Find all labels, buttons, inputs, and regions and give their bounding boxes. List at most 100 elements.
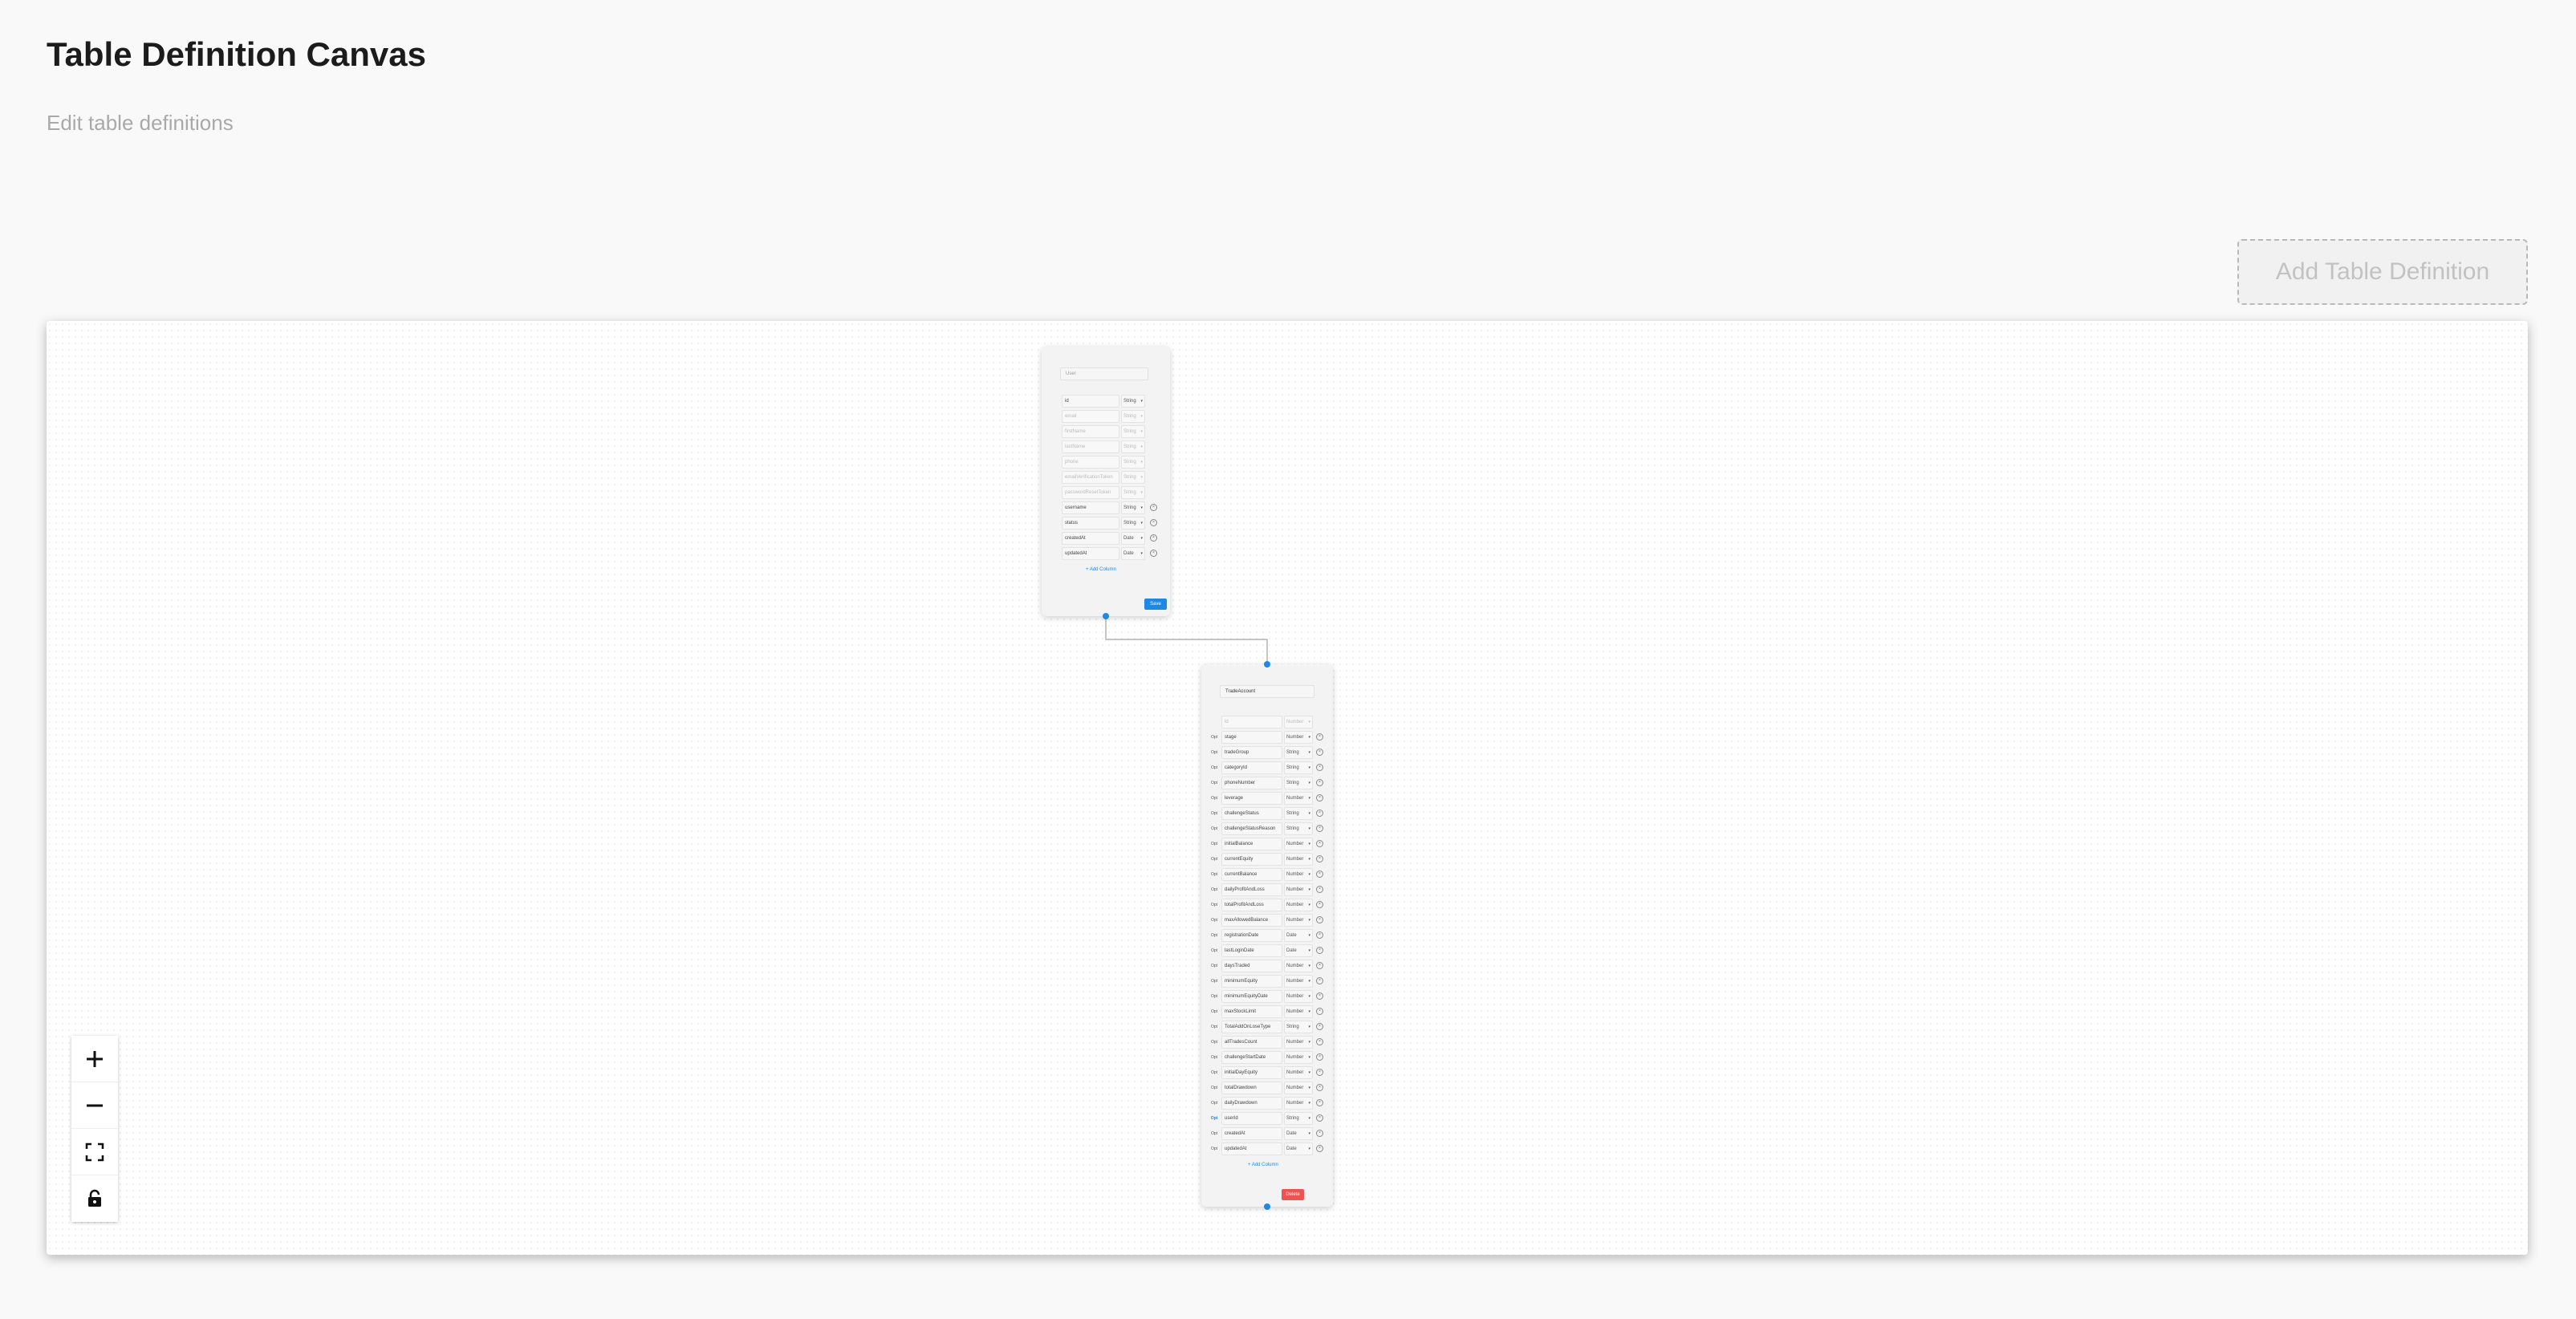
column-name-input[interactable]: passwordResetToken: [1062, 486, 1119, 499]
column-name-input[interactable]: dailyDrawdown: [1221, 1097, 1282, 1110]
column-name-input[interactable]: userId: [1221, 1112, 1282, 1125]
column-name-input[interactable]: currentBalance: [1221, 868, 1282, 881]
column-type-select[interactable]: String ▾: [1284, 746, 1313, 759]
column-option-toggle[interactable]: Opt: [1209, 1142, 1219, 1155]
remove-column-icon[interactable]: ×: [1150, 519, 1157, 526]
remove-column-icon[interactable]: ×: [1316, 886, 1323, 893]
column-name-input[interactable]: categoryId: [1221, 761, 1282, 774]
remove-column-icon[interactable]: ×: [1150, 534, 1157, 542]
column-name-input[interactable]: updatedAt: [1062, 547, 1119, 560]
target-handle[interactable]: [1264, 661, 1270, 668]
column-name-input[interactable]: minimumEquity: [1221, 975, 1282, 988]
remove-column-icon[interactable]: ×: [1316, 733, 1323, 741]
column-type-select[interactable]: String ▾: [1284, 761, 1313, 774]
column-type-select[interactable]: Number ▾: [1284, 1097, 1313, 1110]
column-name-input[interactable]: createdAt: [1062, 532, 1119, 545]
column-type-select[interactable]: Number ▾: [1284, 838, 1313, 850]
add-table-definition-button[interactable]: Add Table Definition: [2237, 239, 2528, 305]
column-type-select[interactable]: String ▾: [1284, 822, 1313, 835]
column-type-select[interactable]: String ▾: [1284, 807, 1313, 820]
column-type-select[interactable]: Number ▾: [1284, 1066, 1313, 1079]
remove-column-icon[interactable]: ×: [1316, 1023, 1323, 1030]
column-type-select[interactable]: Number ▾: [1284, 868, 1313, 881]
column-option-toggle[interactable]: Opt: [1209, 990, 1219, 1003]
column-name-input[interactable]: username: [1062, 501, 1119, 514]
column-option-toggle[interactable]: Opt: [1209, 1051, 1219, 1064]
remove-column-icon[interactable]: ×: [1316, 962, 1323, 969]
remove-column-icon[interactable]: ×: [1316, 810, 1323, 817]
column-name-input[interactable]: firstName: [1062, 425, 1119, 438]
column-name-input[interactable]: maxStockLimit: [1221, 1005, 1282, 1018]
column-name-input[interactable]: id: [1062, 395, 1119, 408]
column-option-toggle[interactable]: Opt: [1209, 853, 1219, 866]
column-name-input[interactable]: challengeStartDate: [1221, 1051, 1282, 1064]
remove-column-icon[interactable]: ×: [1316, 764, 1323, 771]
column-option-toggle[interactable]: Opt: [1209, 1082, 1219, 1094]
column-type-select[interactable]: String ▾: [1121, 410, 1145, 423]
remove-column-icon[interactable]: ×: [1316, 1130, 1323, 1137]
column-option-toggle[interactable]: Opt: [1209, 731, 1219, 744]
column-type-select[interactable]: Number ▾: [1284, 1005, 1313, 1018]
column-type-select[interactable]: String ▾: [1121, 471, 1145, 484]
column-type-select[interactable]: Date ▾: [1284, 1127, 1313, 1140]
source-handle[interactable]: [1103, 613, 1109, 619]
column-name-input[interactable]: leverage: [1221, 792, 1282, 805]
column-name-input[interactable]: initialDayEquity: [1221, 1066, 1282, 1079]
column-type-select[interactable]: String ▾: [1121, 517, 1145, 530]
zoom-out-button[interactable]: [71, 1082, 118, 1129]
table-node-tradeaccount[interactable]: TradeAccount id Number ▾ Opt stage Number ▾ × Opt…: [1201, 661, 1333, 1210]
column-type-select[interactable]: String ▾: [1121, 456, 1145, 469]
table-name-input[interactable]: TradeAccount: [1220, 685, 1314, 698]
column-option-toggle[interactable]: Opt: [1209, 1112, 1219, 1125]
column-option-toggle[interactable]: Opt: [1209, 944, 1219, 957]
column-name-input[interactable]: maxAllowedBalance: [1221, 914, 1282, 927]
remove-column-icon[interactable]: ×: [1316, 947, 1323, 954]
column-type-select[interactable]: String ▾: [1284, 1021, 1313, 1033]
column-option-toggle[interactable]: Opt: [1209, 1066, 1219, 1079]
column-type-select[interactable]: String ▾: [1284, 777, 1313, 789]
column-name-input[interactable]: id: [1221, 716, 1282, 728]
column-option-toggle[interactable]: Opt: [1209, 960, 1219, 972]
column-option-toggle[interactable]: Opt: [1209, 1005, 1219, 1018]
source-handle[interactable]: [1264, 1203, 1270, 1210]
column-name-input[interactable]: status: [1062, 517, 1119, 530]
remove-column-icon[interactable]: ×: [1316, 1069, 1323, 1076]
remove-column-icon[interactable]: ×: [1316, 992, 1323, 1000]
column-name-input[interactable]: minimumEquityDate: [1221, 990, 1282, 1003]
remove-column-icon[interactable]: ×: [1316, 749, 1323, 756]
column-type-select[interactable]: Number ▾: [1284, 792, 1313, 805]
column-option-toggle[interactable]: Opt: [1209, 1097, 1219, 1110]
zoom-in-button[interactable]: [71, 1036, 118, 1082]
column-type-select[interactable]: Number ▾: [1284, 731, 1313, 744]
column-option-toggle[interactable]: [1209, 716, 1219, 728]
column-name-input[interactable]: initialBalance: [1221, 838, 1282, 850]
column-name-input[interactable]: daysTraded: [1221, 960, 1282, 972]
column-type-select[interactable]: String ▾: [1121, 501, 1145, 514]
column-name-input[interactable]: challengeStatusReason: [1221, 822, 1282, 835]
flow-canvas[interactable]: User id String ▾ email String ▾ firstName String…: [47, 321, 2528, 1255]
column-type-select[interactable]: String ▾: [1121, 425, 1145, 438]
column-type-select[interactable]: Number ▾: [1284, 990, 1313, 1003]
column-type-select[interactable]: Date ▾: [1284, 929, 1313, 942]
remove-column-icon[interactable]: ×: [1316, 840, 1323, 847]
remove-column-icon[interactable]: ×: [1316, 1145, 1323, 1152]
column-name-input[interactable]: tradeGroup: [1221, 746, 1282, 759]
column-option-toggle[interactable]: Opt: [1209, 1036, 1219, 1049]
column-option-toggle[interactable]: Opt: [1209, 746, 1219, 759]
lock-button[interactable]: [71, 1175, 118, 1222]
fit-view-button[interactable]: [71, 1129, 118, 1175]
table-node-user[interactable]: User id String ▾ email String ▾ firstName String…: [1042, 347, 1170, 619]
remove-column-icon[interactable]: ×: [1316, 1008, 1323, 1015]
column-type-select[interactable]: Date ▾: [1121, 532, 1145, 545]
column-name-input[interactable]: lastLoginDate: [1221, 944, 1282, 957]
remove-column-icon[interactable]: ×: [1316, 977, 1323, 984]
remove-column-icon[interactable]: ×: [1316, 779, 1323, 786]
column-name-input[interactable]: stage: [1221, 731, 1282, 744]
remove-column-icon[interactable]: ×: [1316, 825, 1323, 832]
remove-column-icon[interactable]: ×: [1150, 504, 1157, 511]
column-option-toggle[interactable]: Opt: [1209, 777, 1219, 789]
column-type-select[interactable]: Number ▾: [1284, 975, 1313, 988]
delete-table-button[interactable]: Delete: [1282, 1189, 1304, 1200]
column-name-input[interactable]: emailVerificationToken: [1062, 471, 1119, 484]
column-name-input[interactable]: phone: [1062, 456, 1119, 469]
